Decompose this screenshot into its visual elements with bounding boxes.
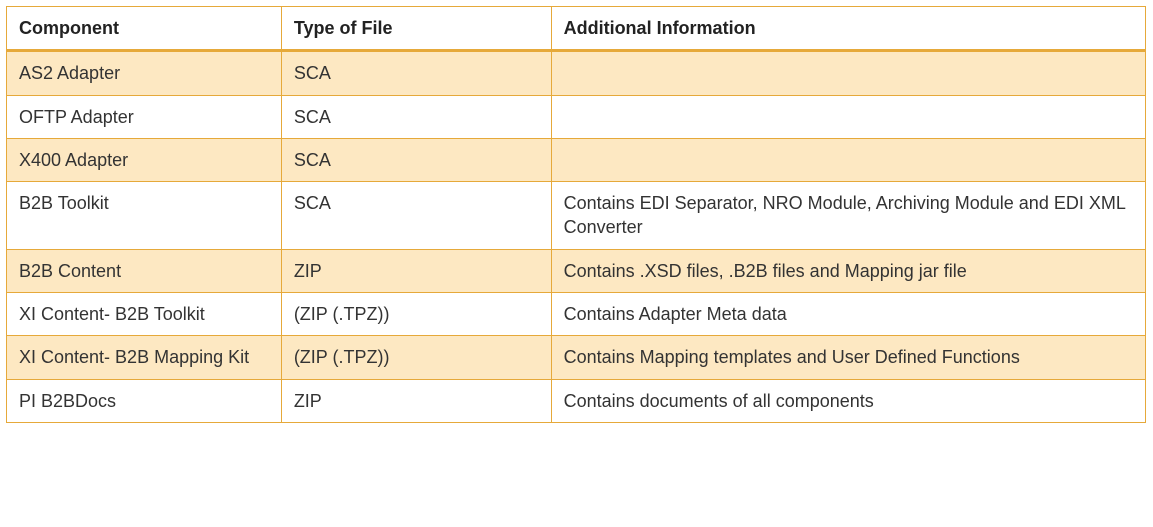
table-row: B2B Content ZIP Contains .XSD files, .B2… [7, 249, 1146, 292]
table-row: X400 Adapter SCA [7, 138, 1146, 181]
cell-component: B2B Content [7, 249, 282, 292]
cell-component: PI B2BDocs [7, 379, 282, 422]
table-row: XI Content- B2B Toolkit (ZIP (.TPZ)) Con… [7, 293, 1146, 336]
table-row: XI Content- B2B Mapping Kit (ZIP (.TPZ))… [7, 336, 1146, 379]
cell-type: SCA [281, 95, 551, 138]
cell-component: B2B Toolkit [7, 182, 282, 250]
cell-info: Contains Mapping templates and User Defi… [551, 336, 1145, 379]
cell-component: XI Content- B2B Mapping Kit [7, 336, 282, 379]
header-info: Additional Information [551, 7, 1145, 51]
components-table: Component Type of File Additional Inform… [6, 6, 1146, 423]
table-row: AS2 Adapter SCA [7, 51, 1146, 95]
cell-info [551, 95, 1145, 138]
cell-type: ZIP [281, 379, 551, 422]
header-component: Component [7, 7, 282, 51]
table-header: Component Type of File Additional Inform… [7, 7, 1146, 51]
header-type: Type of File [281, 7, 551, 51]
cell-type: (ZIP (.TPZ)) [281, 336, 551, 379]
cell-component: OFTP Adapter [7, 95, 282, 138]
cell-component: AS2 Adapter [7, 51, 282, 95]
cell-component: XI Content- B2B Toolkit [7, 293, 282, 336]
cell-type: SCA [281, 51, 551, 95]
cell-type: SCA [281, 138, 551, 181]
cell-type: SCA [281, 182, 551, 250]
cell-type: ZIP [281, 249, 551, 292]
table-row: B2B Toolkit SCA Contains EDI Separator, … [7, 182, 1146, 250]
cell-info [551, 51, 1145, 95]
table-row: OFTP Adapter SCA [7, 95, 1146, 138]
cell-info [551, 138, 1145, 181]
cell-type: (ZIP (.TPZ)) [281, 293, 551, 336]
cell-info: Contains .XSD files, .B2B files and Mapp… [551, 249, 1145, 292]
cell-info: Contains documents of all components [551, 379, 1145, 422]
cell-info: Contains Adapter Meta data [551, 293, 1145, 336]
cell-info: Contains EDI Separator, NRO Module, Arch… [551, 182, 1145, 250]
cell-component: X400 Adapter [7, 138, 282, 181]
table-row: PI B2BDocs ZIP Contains documents of all… [7, 379, 1146, 422]
